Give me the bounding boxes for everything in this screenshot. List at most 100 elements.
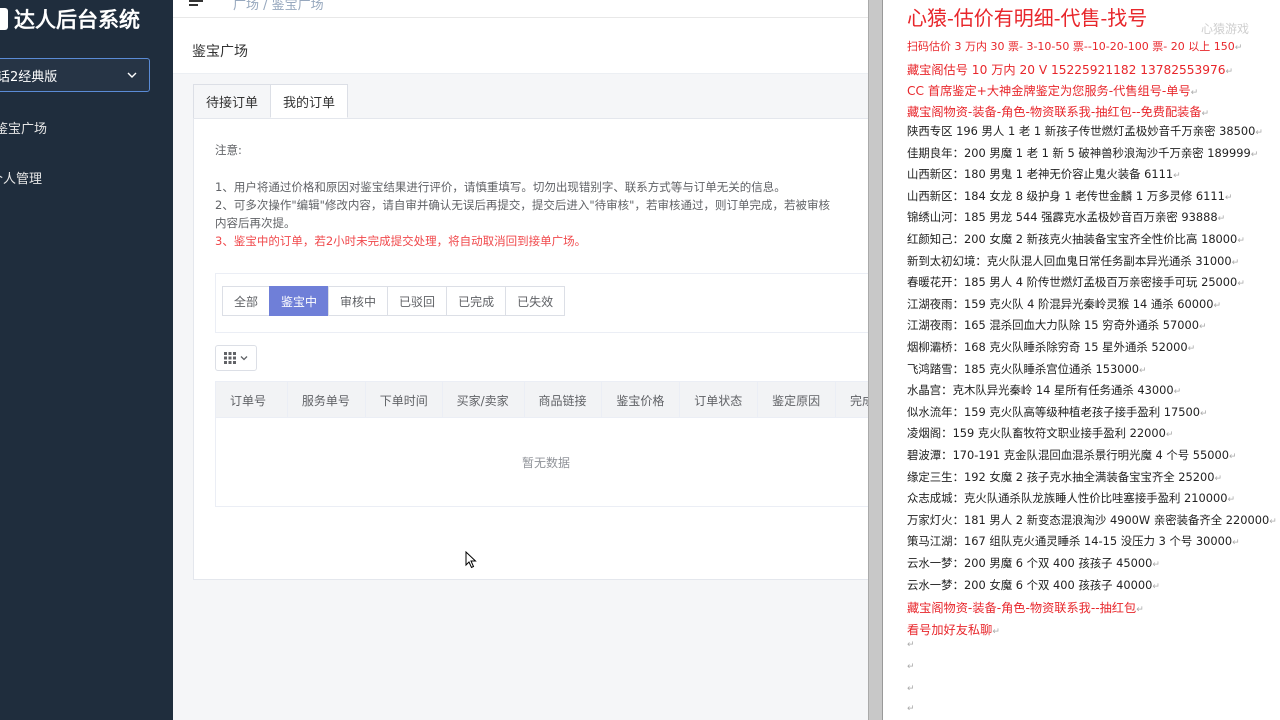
- doc-line: 江湖夜雨：165 混杀回血大力队除 15 穷奇外通杀 57000↵: [907, 317, 1207, 333]
- doc-line: 红颜知己：200 女魔 2 新孩克火抽装备宝宝齐全性价比高 18000↵: [907, 231, 1245, 247]
- orders-card: 注意: 1、用户将通过价格和原因对鉴宝结果进行评价，请慎重填写。切勿出现错别字、…: [193, 118, 875, 580]
- version-value: 话2经典版: [0, 69, 58, 85]
- filter-in-progress-button[interactable]: 鉴宝中: [269, 286, 330, 316]
- paragraph-mark-icon: ↵: [1225, 67, 1234, 77]
- filter-all-button[interactable]: 全部: [222, 286, 271, 316]
- table-header: 订单号 服务单号 下单时间 买家/卖家 商品链接 鉴宝价格 订单状态 鉴定原因 …: [216, 382, 875, 418]
- doc-line: 云水一梦：200 女魔 6 个双 400 孩孩子 40000↵: [907, 577, 1160, 593]
- window-splitter[interactable]: [868, 0, 883, 720]
- doc-title: 心猿-估价有明细-代售-找号: [907, 6, 1148, 30]
- sidebar-item-personal[interactable]: 个人管理: [0, 165, 42, 189]
- column-header[interactable]: 鉴定原因: [758, 382, 837, 418]
- doc-line-text: 碧波潭：170-191 克金队混回血混杀景行明光魔 4 个号 55000: [907, 448, 1229, 462]
- paragraph-mark-icon: ↵: [1173, 387, 1182, 398]
- column-header[interactable]: 买家/卖家: [443, 382, 525, 418]
- doc-line-text: 锦绣山河：185 男龙 544 强霹克水孟极妙音百万亲密 93888: [907, 210, 1218, 225]
- filter-reviewing-button[interactable]: 审核中: [328, 286, 389, 316]
- page-title: 鉴宝广场: [192, 44, 248, 60]
- column-toggle-button[interactable]: [215, 345, 257, 371]
- column-header[interactable]: 鉴宝价格: [602, 382, 681, 418]
- doc-line: 万家灯火：181 男人 2 新变态混浪淘沙 4900W 亲密装备齐全 22000…: [907, 512, 1277, 528]
- doc-line: 春暖花开：185 男人 4 阶传世燃灯孟极百万亲密接手可玩 25000↵: [907, 274, 1245, 290]
- doc-line-text: 凌烟阁：159 克火队畜牧符文职业接手盈利 22000: [907, 426, 1166, 441]
- sidebar-item-jianbao-plaza[interactable]: 鉴宝广场: [0, 115, 47, 139]
- doc-line: 山西新区：184 女龙 8 级护身 1 老传世金麟 1 万多灵修 6111↵: [907, 188, 1232, 204]
- orders-table: 订单号 服务单号 下单时间 买家/卖家 商品链接 鉴宝价格 订单状态 鉴定原因 …: [215, 381, 875, 507]
- breadcrumb: 广场 / 鉴宝广场: [233, 0, 324, 13]
- doc-line-text: 佳期良年：200 男魔 1 老 1 新 5 破神兽秒浪淘沙千万亲密 189999: [907, 145, 1251, 160]
- doc-line: 扫码估价 3 万内 30 票- 3-10-50 票--10-20-100 票- …: [907, 38, 1242, 54]
- version-select[interactable]: 话2经典版: [0, 58, 150, 92]
- doc-line-text: 山西新区：180 男鬼 1 老神无价容止鬼火装备 6111: [907, 167, 1174, 182]
- paragraph-mark-icon: ↵: [1199, 322, 1207, 333]
- doc-line: 江湖夜雨：159 克火队 4 阶混异光秦岭灵猴 14 通杀 60000↵: [907, 296, 1221, 312]
- document-panel: 心猿-估价有明细-代售-找号 心猿游戏 扫码估价 3 万内 30 票- 3-10…: [883, 0, 1280, 720]
- chevron-down-icon: [127, 72, 137, 78]
- paragraph-mark-icon: ↵: [992, 626, 1000, 637]
- paragraph-mark-icon: ↵: [1200, 408, 1208, 419]
- grid-icon: [223, 352, 236, 364]
- doc-line-text: 烟柳灞桥：168 克火队睡杀除穷奇 15 星外通杀 52000: [907, 340, 1188, 354]
- doc-line: 看号加好友私聊↵: [907, 620, 1000, 638]
- paragraph-mark-icon: ↵: [1217, 214, 1226, 225]
- doc-line: 似水流年：159 克火队高等级种植老孩子接手盈利 17500↵: [907, 404, 1208, 420]
- doc-line-text: 藏宝阁物资-装备-角色-物资联系我-抽红包--免费配装备: [907, 105, 1202, 119]
- doc-line: 藏宝阁物资-装备-角色-物资联系我--抽红包↵: [907, 598, 1144, 616]
- paragraph-mark-icon: ↵: [1269, 516, 1277, 527]
- doc-line: 新到太初幻境：克火队混人回血鬼日常任务副本异光通杀 31000↵: [907, 253, 1239, 269]
- paragraph-mark-icon: ↵: [1136, 605, 1144, 616]
- filter-rejected-button[interactable]: 已驳回: [387, 286, 448, 316]
- doc-line-text: 红颜知己：200 女魔 2 新孩克火抽装备宝宝齐全性价比高 18000: [907, 232, 1238, 246]
- paragraph-mark-icon: ↵: [1138, 365, 1147, 376]
- paragraph-mark-icon: ↵: [1250, 149, 1259, 160]
- doc-line-text: 看号加好友私聊: [907, 622, 993, 637]
- paragraph-mark-icon: ↵: [1232, 538, 1240, 549]
- doc-line: 碧波潭：170-191 克金队混回血混杀景行明光魔 4 个号 55000↵: [907, 447, 1237, 463]
- doc-line: 山西新区：180 男鬼 1 老神无价容止鬼火装备 6111↵: [907, 166, 1181, 182]
- sidebar-item-label: 鉴宝广场: [0, 121, 48, 137]
- notes-title: 注意:: [215, 143, 242, 157]
- paragraph-mark-icon: ↵: [907, 704, 915, 714]
- doc-line-text: 似水流年：159 克火队高等级种植老孩子接手盈利 17500: [907, 404, 1201, 419]
- logo-icon: [0, 8, 8, 30]
- doc-line: 藏宝阁估号 10 万内 20 V 15225921182 13782553976…: [907, 60, 1233, 78]
- doc-line: 陕西专区 196 男人 1 老 1 新孩子传世燃灯孟极妙音千万亲密 38500↵: [907, 123, 1263, 139]
- paragraph-mark-icon: ↵: [907, 640, 915, 650]
- doc-line: 水晶宫：克木队异光秦岭 14 星所有任务通杀 43000↵: [907, 382, 1181, 398]
- doc-line: 锦绣山河：185 男龙 544 强霹克水孟极妙音百万亲密 93888↵: [907, 209, 1225, 225]
- main-content: 广场 / 鉴宝广场 鉴宝广场 待接订单 我的订单 注意: 1、用户将通过价格和原…: [173, 0, 875, 720]
- doc-line-text: 云水一梦：200 女魔 6 个双 400 孩孩子 40000: [907, 577, 1153, 592]
- column-header[interactable]: 订单号: [216, 382, 288, 418]
- column-header[interactable]: 下单时间: [366, 382, 443, 418]
- doc-line-text: 江湖夜雨：159 克火队 4 阶混异光秦岭灵猴 14 通杀 60000: [907, 296, 1214, 311]
- doc-line-text: 云水一梦：200 男魔 6 个双 400 孩孩子 45000: [907, 556, 1153, 570]
- tab-my-orders[interactable]: 我的订单: [270, 84, 349, 118]
- doc-line-text: 春暖花开：185 男人 4 阶传世燃灯孟极百万亲密接手可玩 25000: [907, 275, 1238, 290]
- paragraph-mark-icon: ↵: [1214, 473, 1223, 484]
- doc-line: 藏宝阁物资-装备-角色-物资联系我-抽红包--免费配装备↵: [907, 102, 1209, 120]
- doc-line: 飞鸿踏雪：185 克火队睡杀宫位通杀 153000↵: [907, 361, 1146, 377]
- tab-pending-orders[interactable]: 待接订单: [193, 84, 272, 118]
- doc-line: CC 首席鉴定+大神金牌鉴定为您服务-代售组号-单号↵: [907, 81, 1198, 99]
- hamburger-icon[interactable]: [189, 0, 203, 6]
- sidebar: 达人后台系统 话2经典版 鉴宝广场 个人管理: [0, 0, 173, 720]
- note-line-2b: 内容后再次提。: [215, 216, 296, 230]
- doc-line: 烟柳灞桥：168 克火队睡杀除穷奇 15 星外通杀 52000↵: [907, 339, 1195, 355]
- filter-expired-button[interactable]: 已失效: [505, 286, 566, 316]
- doc-line: 佳期良年：200 男魔 1 老 1 新 5 破神兽秒浪淘沙千万亲密 189999…: [907, 145, 1258, 161]
- status-button-group: 全部 鉴宝中 审核中 已驳回 已完成 已失效: [222, 286, 566, 316]
- note-line-3: 3、鉴宝中的订单，若2小时未完成提交处理，将自动取消回到接单广场。: [215, 234, 587, 248]
- column-header[interactable]: 订单状态: [680, 382, 759, 418]
- column-header[interactable]: 商品链接: [525, 382, 603, 418]
- doc-line-text: 藏宝阁估号 10 万内 20 V 15225921182 13782553976: [907, 63, 1226, 77]
- doc-line: 策马江湖：167 组队克火通灵睡杀 14-15 没压力 3 个号 30000↵: [907, 533, 1240, 549]
- filter-completed-button[interactable]: 已完成: [446, 286, 507, 316]
- paragraph-mark-icon: ↵: [1237, 279, 1245, 290]
- screen: 达人后台系统 话2经典版 鉴宝广场 个人管理 广场 / 鉴宝广场 鉴宝广场 待接…: [0, 0, 1280, 720]
- doc-line-text: 缘定三生：192 女魔 2 孩子克水抽全满装备宝宝齐全 25200: [907, 469, 1215, 484]
- doc-line-text: 新到太初幻境：克火队混人回血鬼日常任务副本异光通杀 31000: [907, 253, 1232, 268]
- doc-line-text: 众志成城：克火队通杀队龙族睡人性价比哇塞接手盈利 210000: [907, 491, 1228, 506]
- paragraph-mark-icon: ↵: [1237, 236, 1245, 246]
- column-header[interactable]: 服务单号: [288, 382, 366, 418]
- doc-line-text: CC 首席鉴定+大神金牌鉴定为您服务-代售组号-单号: [907, 84, 1191, 98]
